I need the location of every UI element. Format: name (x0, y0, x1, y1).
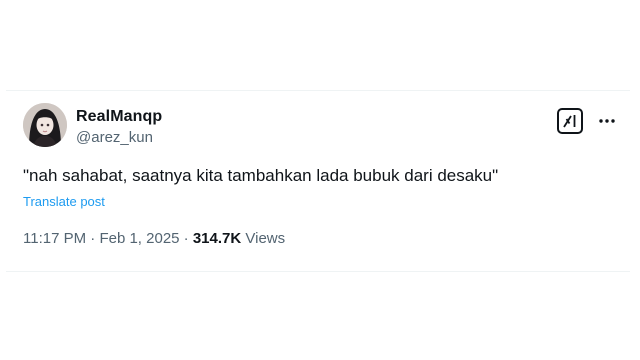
user-handle[interactable]: @arez_kun (76, 129, 153, 146)
more-icon (599, 119, 615, 123)
post-time[interactable]: 11:17 PM (23, 230, 86, 247)
views-count: 314.7K (192, 230, 242, 247)
display-name[interactable]: RealManqp (76, 108, 162, 126)
grok-icon (563, 115, 576, 128)
post-card[interactable]: RealManqp @arez_kun "nah sahabat, saatny… (6, 90, 630, 272)
translate-post-link[interactable]: Translate post (23, 194, 105, 209)
meta-separator: · (179, 230, 193, 247)
post-text: "nah sahabat, saatnya kita tambahkan lad… (23, 166, 499, 185)
post-metadata: 11:17 PM · Feb 1, 2025 · 314.7K Views (23, 230, 285, 247)
avatar[interactable] (23, 103, 67, 147)
avatar-image (23, 103, 67, 147)
views-label: Views (245, 230, 286, 247)
more-options-button[interactable] (598, 112, 616, 130)
meta-separator: · (86, 230, 100, 247)
grok-button[interactable] (557, 108, 583, 134)
post-date[interactable]: Feb 1, 2025 (99, 230, 179, 247)
